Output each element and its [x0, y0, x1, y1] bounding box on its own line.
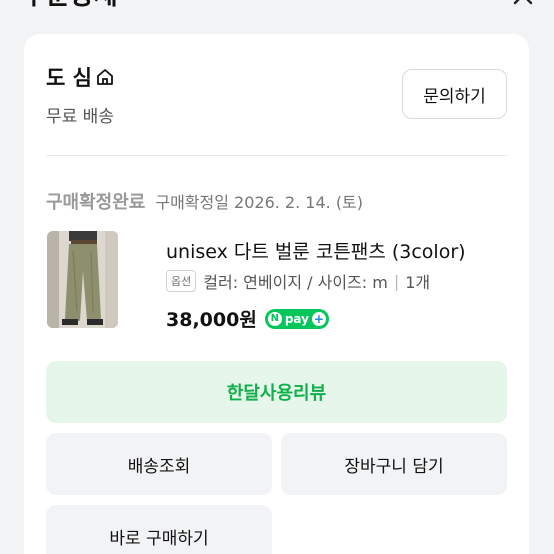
naver-n-icon: N [267, 311, 282, 326]
home-icon [97, 69, 113, 85]
order-status: 구매확정완료 [46, 192, 146, 213]
quantity: 1개 [405, 273, 431, 292]
product-price: 38,000원 [166, 309, 257, 331]
buy-now-button[interactable]: 바로 구매하기 [46, 505, 272, 554]
order-card: 도 심 무료 배송 문의하기 구매확정완료 구매확정일 2026. 2. 14.… [24, 34, 529, 554]
plus-icon: + [311, 311, 326, 326]
npay-label: pay [284, 311, 309, 326]
order-status-row: 구매확정완료 구매확정일 2026. 2. 14. (토) [46, 188, 363, 214]
add-to-cart-button[interactable]: 장바구니 담기 [281, 433, 507, 495]
store-name-link[interactable]: 도 심 [46, 62, 115, 92]
confirm-date: 구매확정일 2026. 2. 14. (토) [155, 193, 364, 212]
product-name[interactable]: unisex 다트 벌룬 코튼팬츠 (3color) [166, 237, 466, 264]
product-photo [47, 231, 118, 328]
separator: | [393, 271, 400, 291]
npay-plus-badge: N pay + [264, 308, 329, 329]
option-badge: 옵션 [166, 270, 197, 292]
shipping-info: 무료 배송 [46, 107, 114, 127]
divider [46, 155, 507, 156]
option-text: 컬러: 연베이지 / 사이즈: m [203, 273, 388, 292]
inquiry-button[interactable]: 문의하기 [402, 69, 507, 119]
close-icon[interactable] [512, 0, 534, 6]
product-option: 옵션 컬러: 연베이지 / 사이즈: m | 1개 [166, 269, 430, 293]
product-thumbnail[interactable] [47, 231, 118, 328]
store-name: 도 심 [46, 66, 92, 90]
page-title: 주문상세 [22, 0, 118, 10]
write-review-button[interactable]: 한달사용리뷰 [46, 361, 507, 423]
track-shipping-button[interactable]: 배송조회 [46, 433, 272, 495]
price-row: 38,000원 N pay + [166, 305, 329, 332]
store-header: 도 심 [46, 62, 115, 92]
